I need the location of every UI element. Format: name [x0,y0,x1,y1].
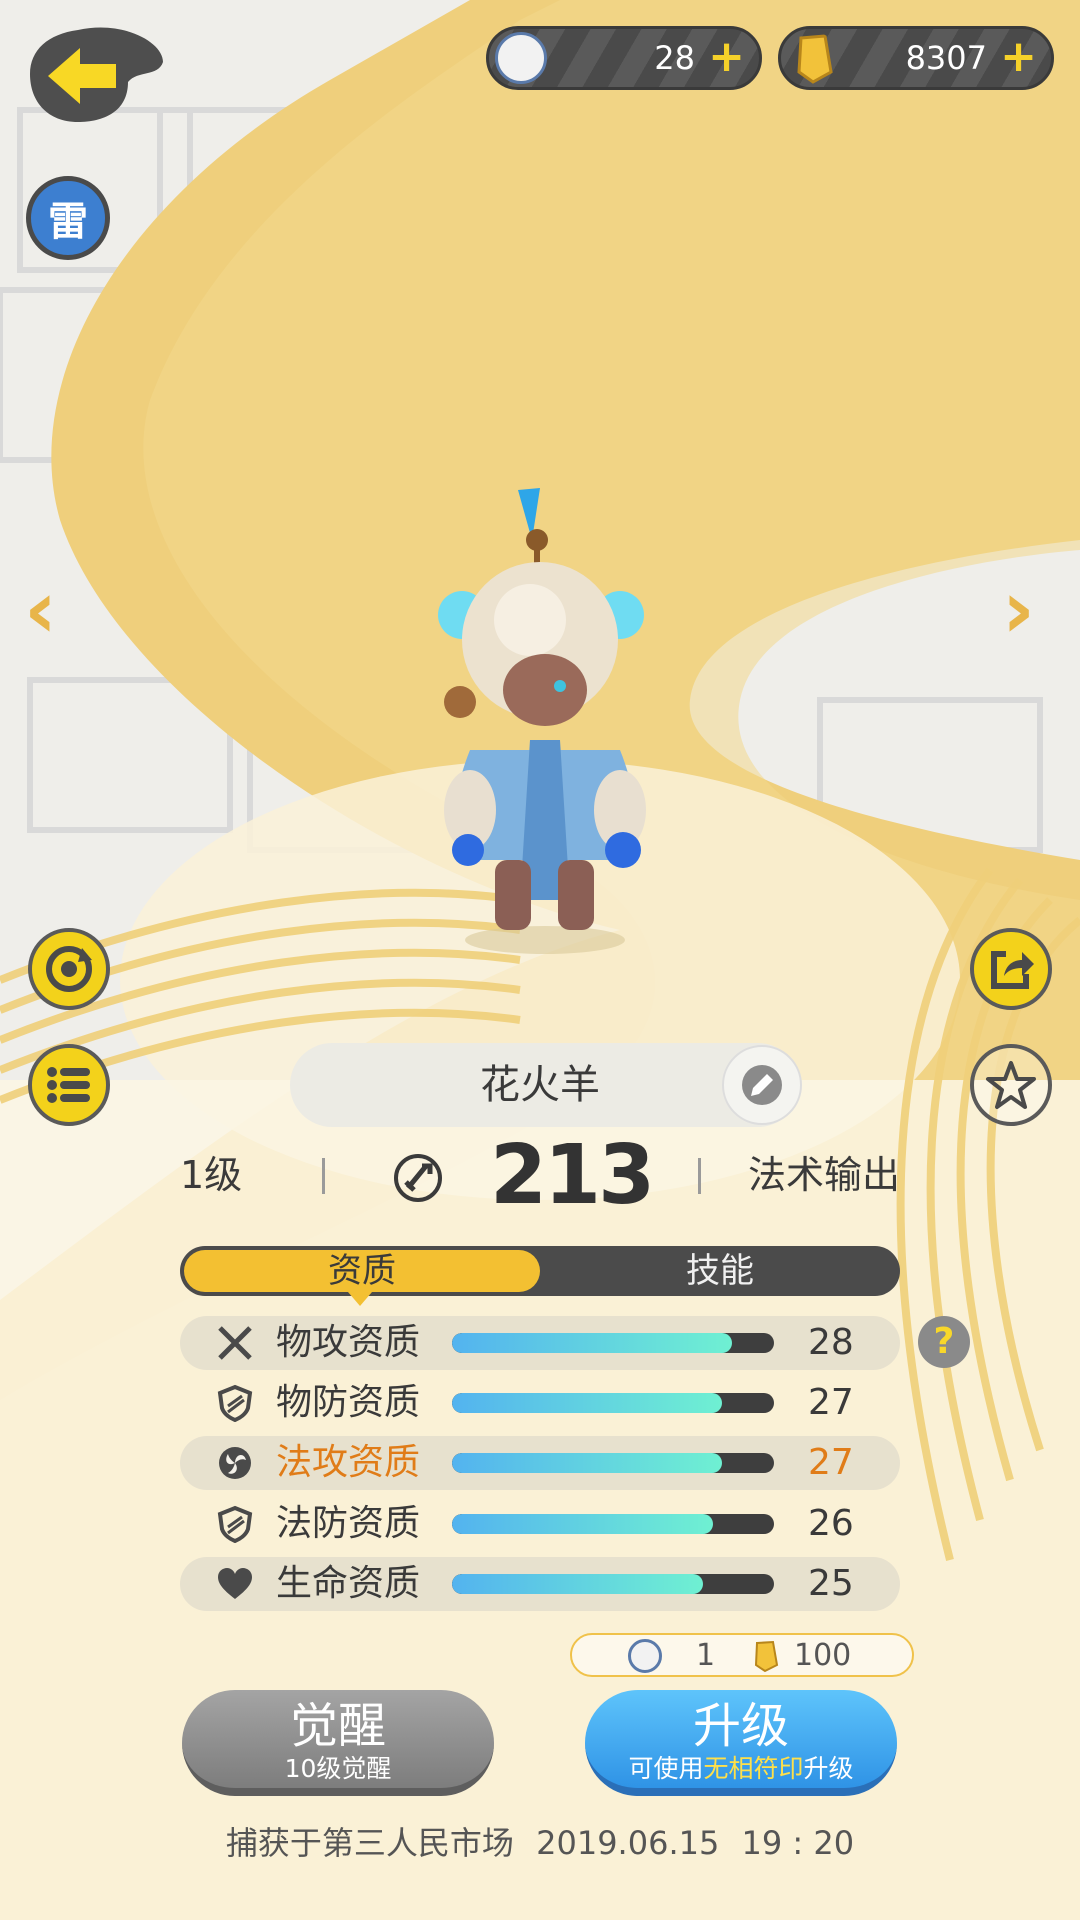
divider [322,1158,325,1194]
attribute-row: 法攻资质 27 [180,1436,900,1490]
background-scene [0,0,1080,1920]
attribute-label: 物攻资质 [276,1322,421,1363]
attribute-row: 生命资质 25 [180,1557,900,1611]
share-button[interactable] [970,928,1052,1010]
list-button[interactable] [28,1044,110,1126]
attribute-bar [452,1514,774,1534]
magic-defense-icon [217,1505,253,1543]
next-pet-arrow[interactable]: › [1002,570,1035,650]
capture-location: 捕获于第三人民市场 [225,1824,514,1862]
sheep-token-icon [495,32,547,84]
back-button[interactable] [28,22,168,127]
divider [698,1158,701,1194]
cost-gold-count: 100 [794,1638,852,1673]
attribute-row: 法防资质 26 [180,1497,900,1551]
rename-button[interactable] [722,1045,802,1125]
capture-time: 19 : 20 [741,1824,855,1862]
capture-date: 2019.06.15 [536,1824,720,1862]
add-token-button[interactable]: + [708,29,745,85]
attribute-row: 物防资质 27 [180,1376,900,1430]
heart-icon [218,1568,252,1599]
cost-token-count: 1 [696,1638,716,1673]
capture-info: 捕获于第三人民市场 2019.06.15 19 : 20 [0,1818,1080,1864]
upgrade-button[interactable]: 升级 可使用无相符印升级 [585,1690,897,1796]
tab-pointer [348,1292,372,1306]
pet-name-plate: 花火羊 [290,1043,802,1127]
previous-pet-arrow[interactable]: ‹ [24,570,57,650]
attribute-value: 27 [808,1382,854,1423]
share-icon [991,951,1034,989]
awaken-label: 觉醒 [289,1698,386,1754]
gold-count: 8307 [905,39,987,77]
attribute-label: 法攻资质 [276,1442,421,1483]
attribute-bar [452,1453,774,1473]
sheep-token-counter: 28 + [486,26,762,90]
tab-aptitude[interactable]: 资质 [184,1250,540,1292]
help-button[interactable]: ? [918,1316,970,1368]
awaken-button[interactable]: 觉醒 10级觉醒 [182,1690,494,1796]
gold-crystal-icon [754,1640,779,1673]
star-icon [986,1061,1036,1109]
sheep-token-icon [628,1639,662,1673]
attribute-row: 物攻资质 28 [180,1316,900,1370]
attribute-bar [452,1574,774,1594]
refresh-icon [46,946,92,992]
gold-crystal-icon [797,34,833,84]
pet-name: 花火羊 [480,1062,600,1108]
pet-role: 法术输出 [748,1153,901,1197]
attribute-label: 物防资质 [276,1382,421,1423]
combat-power-value: 213 [490,1128,655,1223]
gold-counter: 8307 + [778,26,1054,90]
awaken-requirement: 10级觉醒 [284,1754,392,1783]
upgrade-hint: 可使用无相符印升级 [628,1754,854,1783]
attribute-bar [452,1393,774,1413]
combat-power-icon [394,1154,442,1202]
tab-skills[interactable]: 技能 [540,1246,900,1296]
attribute-value: 25 [808,1563,854,1604]
element-label: 雷 [48,199,88,245]
attribute-label: 法防资质 [276,1503,421,1544]
physical-attack-icon [218,1326,252,1360]
token-count: 28 [654,39,695,77]
attribute-value: 26 [808,1503,854,1544]
magic-attack-icon [219,1447,251,1479]
add-gold-button[interactable]: + [1000,29,1037,85]
attribute-label: 生命资质 [276,1563,421,1604]
element-badge: 雷 [26,176,110,260]
attribute-value: 27 [808,1442,854,1483]
edit-icon [742,1065,782,1105]
upgrade-cost: 1 100 [570,1633,914,1677]
rotate-view-button[interactable] [28,928,110,1010]
upgrade-label: 升级 [692,1698,789,1754]
favorite-button[interactable] [970,1044,1052,1126]
attribute-bar [452,1333,774,1353]
pet-character-illustration [438,488,646,954]
tab-bar: 资质 技能 [180,1246,900,1306]
question-icon: ? [933,1321,955,1362]
attribute-value: 28 [808,1322,854,1363]
list-icon [47,1067,90,1103]
pet-level: 1级 [180,1153,243,1197]
physical-defense-icon [217,1384,253,1422]
